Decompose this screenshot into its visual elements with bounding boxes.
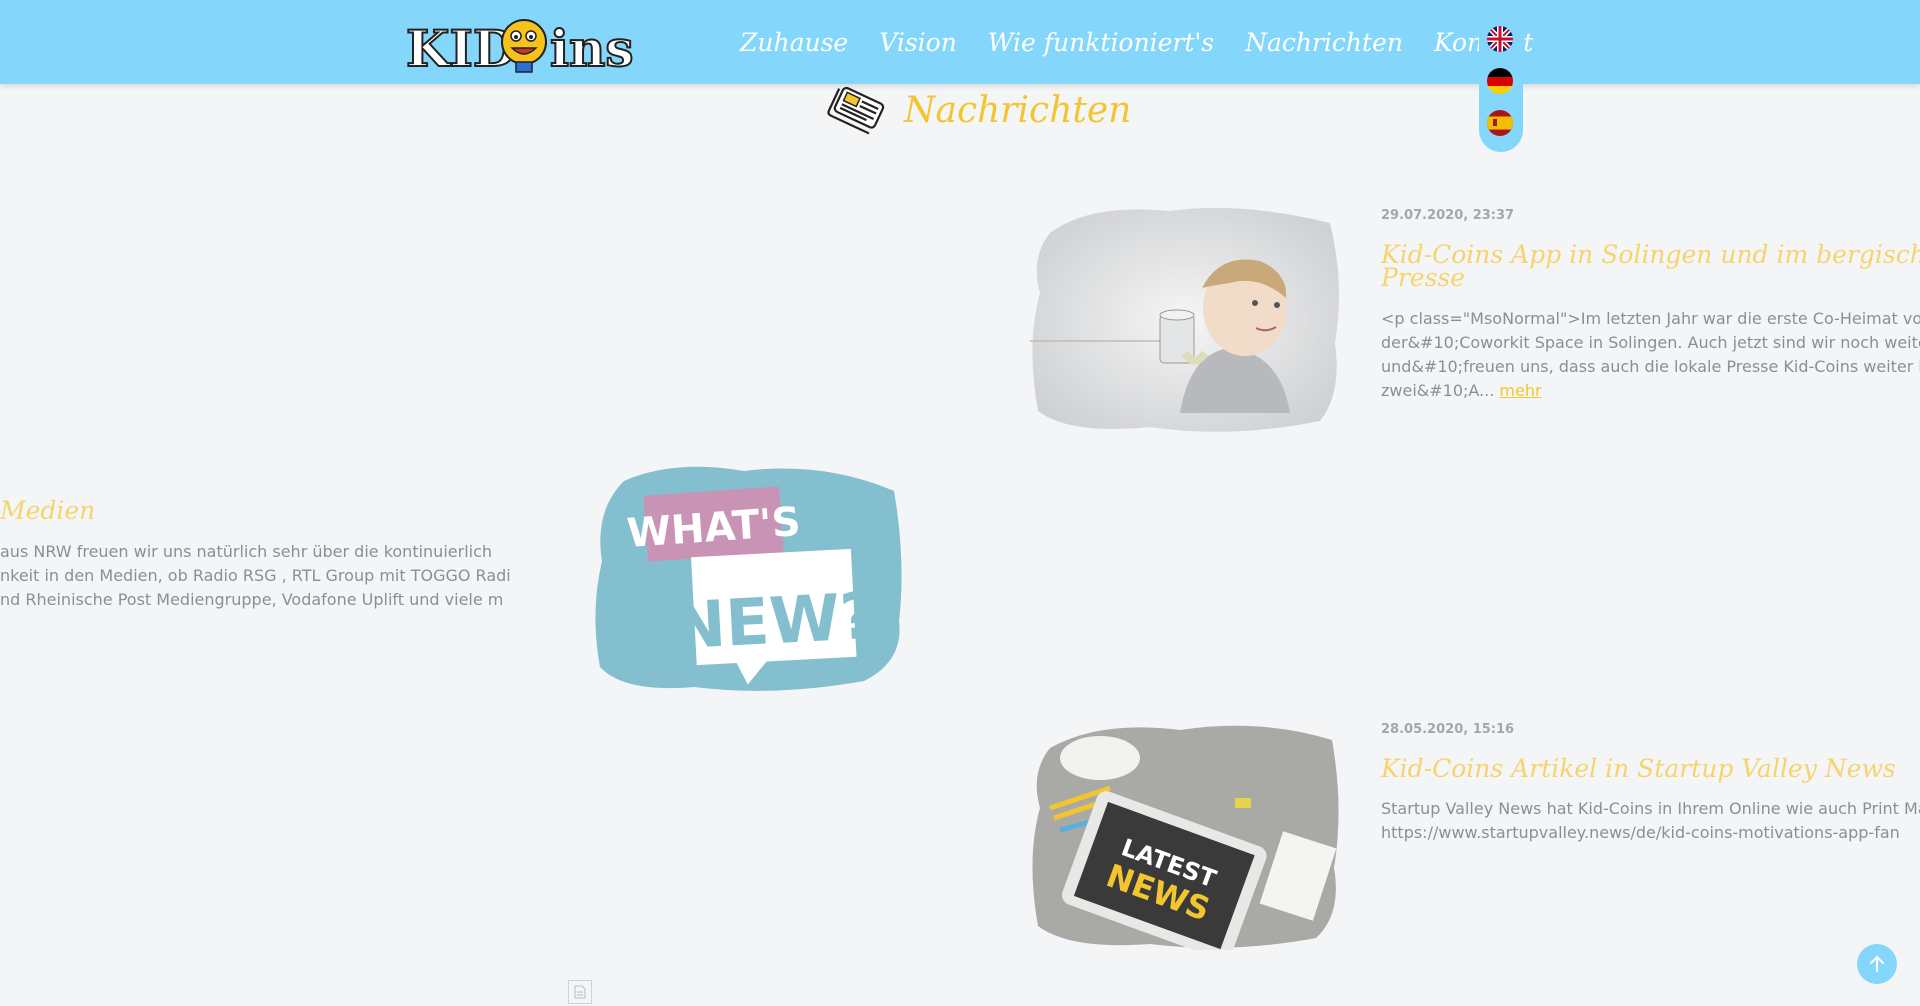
- news-excerpt-line: <p class="MsoNormal">Im letzten Jahr war…: [1381, 309, 1920, 328]
- spanish-flag-icon[interactable]: [1487, 110, 1513, 136]
- read-more-link[interactable]: mehr: [1499, 381, 1541, 400]
- nav-home[interactable]: Zuhause: [740, 28, 848, 57]
- news-excerpt-line: Startup Valley News hat Kid-Coins in Ihr…: [1381, 799, 1920, 818]
- section-title: Nachrichten: [904, 89, 1132, 131]
- svg-text:ins: ins: [550, 19, 634, 74]
- news-excerpt: aus NRW freuen wir uns natürlich sehr üb…: [0, 540, 510, 612]
- whats-label: WHAT'S: [625, 486, 802, 562]
- language-switcher: [1479, 18, 1523, 152]
- german-flag-icon[interactable]: [1487, 68, 1513, 94]
- news-excerpt-end: zwei&#10;A...: [1381, 381, 1495, 400]
- svg-text:KID: KID: [406, 19, 516, 74]
- news-image-latest-news[interactable]: LATEST NEWS: [1030, 718, 1342, 950]
- uk-flag-icon[interactable]: [1487, 26, 1513, 52]
- nav-how-it-works[interactable]: Wie funktioniert's: [988, 28, 1214, 57]
- news-title-line[interactable]: Kid-Coins Artikel in Startup Valley News: [1381, 756, 1896, 781]
- scroll-to-top-button[interactable]: [1857, 944, 1897, 984]
- newspaper-icon: [827, 86, 885, 135]
- news-excerpt-line: nkeit in den Medien, ob Radio RSG , RTL …: [0, 566, 510, 585]
- news-title-line[interactable]: Medien: [0, 498, 95, 523]
- news-excerpt-line: aus NRW freuen wir uns natürlich sehr üb…: [0, 542, 493, 561]
- document-icon[interactable]: [568, 980, 592, 1004]
- section-heading: Nachrichten: [826, 82, 1131, 138]
- news-excerpt-line: https://www.startupvalley.news/de/kid-co…: [1381, 823, 1900, 842]
- news-excerpt-line: zwei&#10;A... mehr: [1381, 379, 1920, 403]
- news-image-whats-new[interactable]: WHAT'S NEW?: [594, 461, 906, 693]
- main-navigation: Zuhause Vision Wie funktioniert's Nachri…: [740, 0, 1564, 84]
- nav-vision[interactable]: Vision: [879, 28, 957, 57]
- news-excerpt-line: der&#10;Coworkit Space in Solingen. Auch…: [1381, 333, 1920, 352]
- kid-coins-logo[interactable]: KID ins: [404, 10, 636, 79]
- arrow-up-icon: [1870, 955, 1884, 972]
- news-excerpt-line: nd Rheinische Post Mediengruppe, Vodafon…: [0, 590, 504, 609]
- news-date: 29.07.2020, 23:37: [1381, 208, 1515, 223]
- top-navigation-bar: KID ins Zuhause Vision Wie funktioniert'…: [0, 0, 1920, 84]
- nav-news[interactable]: Nachrichten: [1245, 28, 1403, 57]
- news-excerpt: <p class="MsoNormal">Im letzten Jahr war…: [1381, 307, 1920, 403]
- kid-coins-logo-graphic: KID ins: [405, 18, 635, 79]
- news-excerpt-line: und&#10;freuen uns, dass auch die lokale…: [1381, 357, 1920, 376]
- news-title-line[interactable]: Presse: [1381, 265, 1465, 290]
- news-excerpt: Startup Valley News hat Kid-Coins in Ihr…: [1381, 797, 1920, 845]
- image-text-new: NEW?: [670, 580, 879, 665]
- news-image-boy-tin-can[interactable]: [1030, 203, 1342, 435]
- news-date: 28.05.2020, 15:16: [1381, 722, 1515, 737]
